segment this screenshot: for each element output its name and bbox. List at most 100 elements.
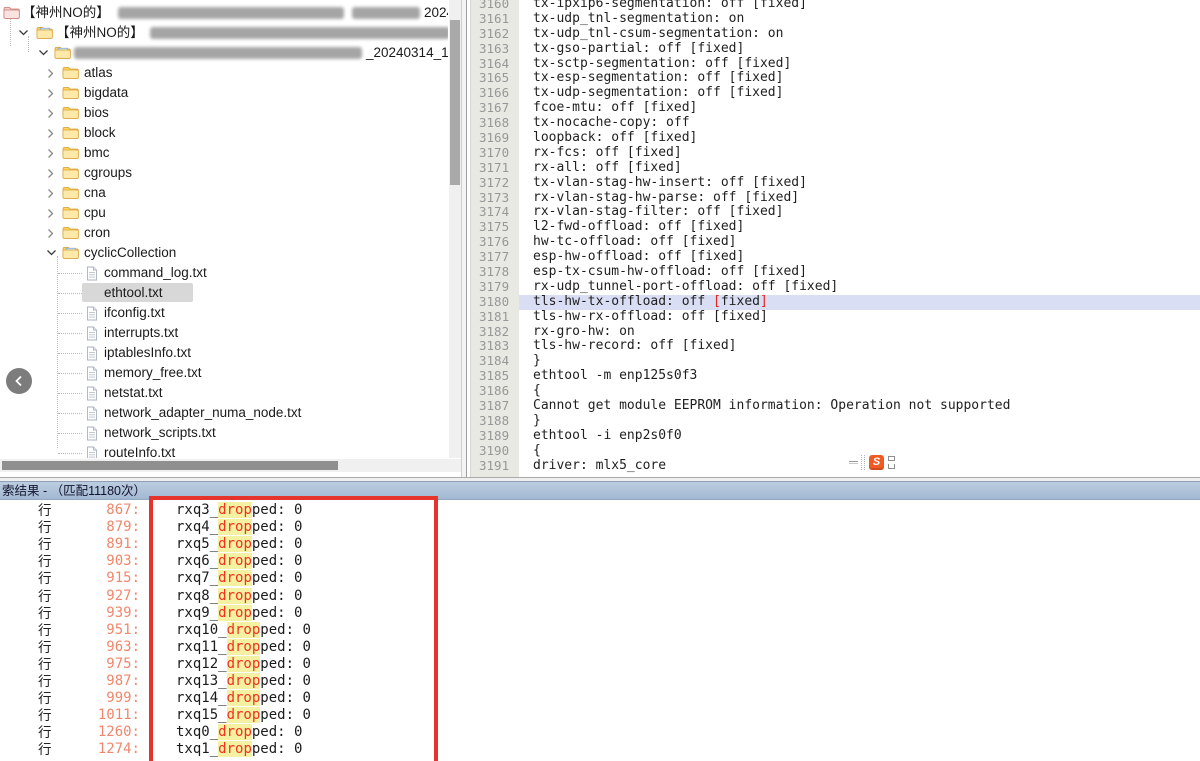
- code-line-3174: 3174rx-vlan-stag-filter: off [fixed]: [470, 205, 1200, 220]
- folder-icon: [62, 66, 79, 79]
- code-line-3173: 3173rx-vlan-stag-hw-parse: off [fixed]: [470, 191, 1200, 206]
- search-results-title: 索结果 - （匹配11180次）: [2, 484, 146, 498]
- collapse-panel-button[interactable]: [6, 368, 32, 394]
- tree-item-memory_free.txt[interactable]: memory_free.txt: [0, 363, 448, 383]
- line-number: 3179: [470, 280, 519, 295]
- search-match-highlight: drop: [218, 502, 252, 518]
- line-number: 3174: [470, 205, 519, 220]
- line-text: tx-udp_tnl-segmentation: on: [519, 12, 1200, 27]
- line-number: 3175: [470, 220, 519, 235]
- code-line-3180[interactable]: 3180tls-hw-tx-offload: off [fixed]: [470, 295, 1200, 310]
- ime-mode-icon[interactable]: [888, 464, 895, 469]
- line-number: 3172: [470, 176, 519, 191]
- tree-item-no[interactable]: 【神州NO的】: [0, 23, 448, 43]
- archive-icon: [3, 6, 20, 19]
- search-result-row[interactable]: 行963:rxq11_dropped: 0: [0, 639, 1200, 656]
- search-result-row[interactable]: 行975:rxq12_dropped: 0: [0, 656, 1200, 673]
- tree-item-interrupts.txt[interactable]: interrupts.txt: [0, 323, 448, 343]
- code-line-3171: 3171rx-all: off [fixed]: [470, 161, 1200, 176]
- line-text: rx-fcs: off [fixed]: [519, 146, 1200, 161]
- line-number: 3162: [470, 27, 519, 42]
- result-text: rxq7_dropped: 0: [176, 570, 302, 587]
- tree-item-bmc[interactable]: bmc: [0, 143, 448, 163]
- ime-sogou-icon[interactable]: S: [869, 455, 884, 470]
- tree-item-cpu[interactable]: cpu: [0, 203, 448, 223]
- code-line-3189: 3189ethtool -i enp2s0f0: [470, 429, 1200, 444]
- tree-branch-line: [58, 453, 82, 454]
- result-line-number: 939:: [56, 605, 140, 622]
- line-text: rx-all: off [fixed]: [519, 161, 1200, 176]
- result-row-label: 行: [38, 502, 52, 519]
- search-result-row[interactable]: 行1260:txq0_dropped: 0: [0, 724, 1200, 741]
- search-result-row[interactable]: 行1274:txq1_dropped: 0: [0, 741, 1200, 758]
- ime-toolbar: S: [849, 452, 901, 473]
- line-text: tx-vlan-stag-hw-insert: off [fixed]: [519, 176, 1200, 191]
- result-row-label: 行: [38, 690, 52, 707]
- tree-branch-line: [58, 313, 82, 314]
- line-number: 3166: [470, 86, 519, 101]
- search-result-row[interactable]: 行927:rxq8_dropped: 0: [0, 588, 1200, 605]
- code-line-3176: 3176hw-tc-offload: off [fixed]: [470, 235, 1200, 250]
- code-line-3184: 3184}: [470, 354, 1200, 369]
- chevron-right-icon: [46, 208, 55, 219]
- tree-item-bigdata[interactable]: bigdata: [0, 83, 448, 103]
- result-row-label: 行: [38, 605, 52, 622]
- tree-item-cron[interactable]: cron: [0, 223, 448, 243]
- code-line-3166: 3166tx-udp-segmentation: off [fixed]: [470, 86, 1200, 101]
- tree-vertical-scrollbar-thumb[interactable]: [450, 20, 460, 185]
- result-line-number: 1011:: [56, 707, 140, 724]
- search-match-highlight: drop: [227, 639, 261, 655]
- tree-item-cna[interactable]: cna: [0, 183, 448, 203]
- chevron-right-icon: [46, 228, 55, 239]
- chevron-down-icon: [18, 28, 29, 37]
- tree-item-netstat.txt[interactable]: netstat.txt: [0, 383, 448, 403]
- tree-item-ifconfig.txt[interactable]: ifconfig.txt: [0, 303, 448, 323]
- result-text: rxq11_dropped: 0: [176, 639, 311, 656]
- search-result-row[interactable]: 行999:rxq14_dropped: 0: [0, 690, 1200, 707]
- line-number: 3178: [470, 265, 519, 280]
- code-line-3187: 3187Cannot get module EEPROM information…: [470, 399, 1200, 414]
- tree-item-network_adapter_numa_node.txt[interactable]: network_adapter_numa_node.txt: [0, 403, 448, 423]
- tree-item-date-suffix: _20240314_115: [366, 43, 448, 63]
- tree-horizontal-scrollbar-thumb[interactable]: [2, 461, 338, 470]
- line-text: tx-udp-segmentation: off [fixed]: [519, 86, 1200, 101]
- tree-item-cycliccollection[interactable]: cyclicCollection: [0, 243, 448, 263]
- result-text: rxq3_dropped: 0: [176, 502, 302, 519]
- search-match-highlight: drop: [218, 724, 252, 740]
- code-line-3186: 3186{: [470, 384, 1200, 399]
- line-number: 3189: [470, 429, 519, 444]
- tree-item-atlas[interactable]: atlas: [0, 63, 448, 83]
- result-line-number: 987:: [56, 673, 140, 690]
- tree-item-ethtool.txt[interactable]: ethtool.txt: [0, 283, 448, 303]
- tree-item-no[interactable]: 【神州NO的】20240: [0, 3, 448, 23]
- result-row-label: 行: [38, 536, 52, 553]
- tree-item-iptablesinfo.txt[interactable]: iptablesInfo.txt: [0, 343, 448, 363]
- tree-item-cgroups[interactable]: cgroups: [0, 163, 448, 183]
- code-line-3170: 3170rx-fcs: off [fixed]: [470, 146, 1200, 161]
- line-number: 3176: [470, 235, 519, 250]
- line-number: 3184: [470, 354, 519, 369]
- tree-item-redacted[interactable]: _20240314_115: [0, 43, 448, 63]
- search-result-row[interactable]: 行879:rxq4_dropped: 0: [0, 519, 1200, 536]
- ime-divider: [849, 461, 858, 464]
- search-result-row[interactable]: 行891:rxq5_dropped: 0: [0, 536, 1200, 553]
- search-result-row[interactable]: 行951:rxq10_dropped: 0: [0, 622, 1200, 639]
- result-line-number: 927:: [56, 588, 140, 605]
- tree-item-routeinfo.txt[interactable]: routeInfo.txt: [0, 443, 448, 458]
- line-number: 3191: [470, 459, 519, 474]
- result-row-label: 行: [38, 724, 52, 741]
- search-result-row[interactable]: 行1011:rxq15_dropped: 0: [0, 707, 1200, 724]
- tree-item-block[interactable]: block: [0, 123, 448, 143]
- search-result-row[interactable]: 行915:rxq7_dropped: 0: [0, 570, 1200, 587]
- search-result-row[interactable]: 行903:rxq6_dropped: 0: [0, 553, 1200, 570]
- ime-grip-handle[interactable]: [861, 455, 865, 470]
- search-result-row[interactable]: 行987:rxq13_dropped: 0: [0, 673, 1200, 690]
- tree-item-network_scripts.txt[interactable]: network_scripts.txt: [0, 423, 448, 443]
- tree-item-command_log.txt[interactable]: command_log.txt: [0, 263, 448, 283]
- tree-item-bios[interactable]: bios: [0, 103, 448, 123]
- line-text: {: [519, 384, 1200, 399]
- search-result-row[interactable]: 行867:rxq3_dropped: 0: [0, 502, 1200, 519]
- search-result-row[interactable]: 行939:rxq9_dropped: 0: [0, 605, 1200, 622]
- result-text: txq0_dropped: 0: [176, 724, 302, 741]
- ime-keyboard-icon[interactable]: [888, 456, 895, 461]
